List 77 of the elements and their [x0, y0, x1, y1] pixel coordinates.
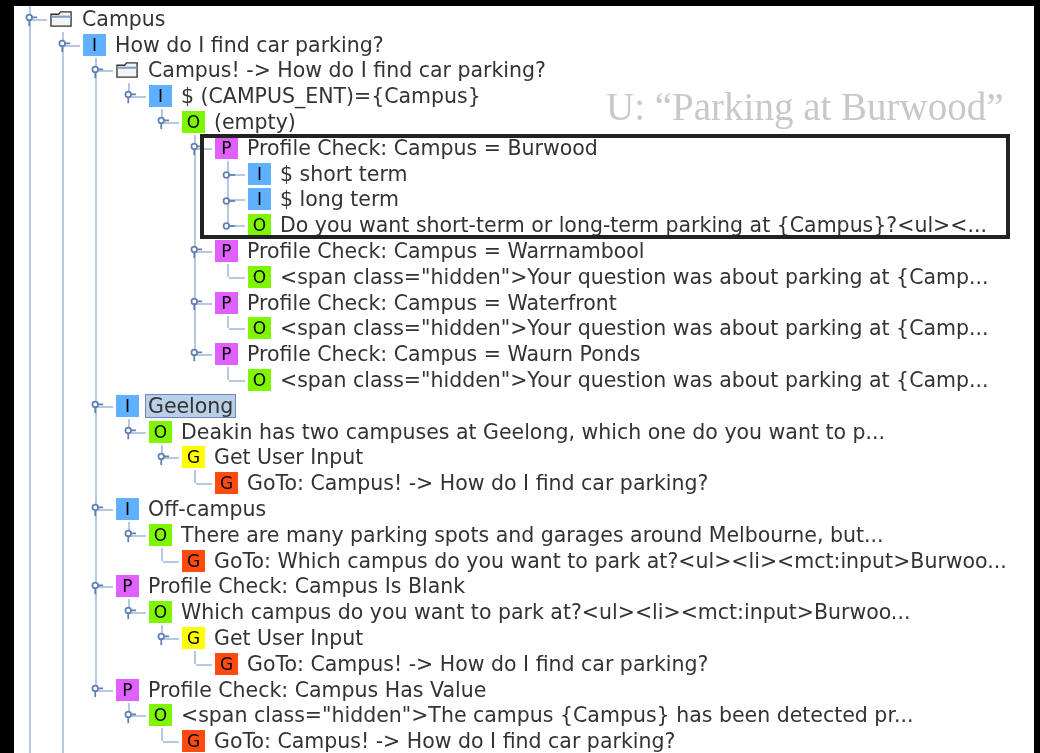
node-type-badge: P: [215, 240, 238, 263]
tree-node-label[interactable]: Which campus do you want to park at?<ul><li><mct:input>Burwoo...: [178, 600, 914, 625]
expanded-handle-icon[interactable]: [90, 683, 104, 698]
expanded-handle-icon[interactable]: [189, 245, 203, 260]
node-type-badge: O: [149, 601, 172, 624]
tree-node-label[interactable]: <span class="hidden">Your question was about parking at {Camp...: [277, 264, 992, 289]
node-type-badge: P: [215, 343, 238, 366]
expanded-handle-icon[interactable]: [90, 503, 104, 518]
tree-node-label[interactable]: Profile Check: Campus Is Blank: [145, 574, 469, 599]
tree-node-label[interactable]: GoTo: Campus! -> How do I find car parking?: [244, 651, 712, 676]
expanded-handle-icon[interactable]: [90, 399, 104, 414]
tree-node-label[interactable]: $ long term: [277, 187, 402, 212]
node-type-badge: O: [182, 111, 205, 134]
expanded-handle-icon[interactable]: [123, 528, 137, 543]
tree-node-label[interactable]: Profile Check: Campus Has Value: [145, 677, 490, 702]
node-type-badge: G: [182, 627, 205, 649]
node-type-badge: I: [116, 498, 139, 521]
tree-node-label[interactable]: How do I find car parking?: [112, 32, 387, 57]
node-type-badge: P: [215, 291, 238, 314]
expanded-handle-icon[interactable]: [189, 142, 203, 156]
tree-node-label[interactable]: Profile Check: Campus = Burwood: [244, 135, 601, 160]
node-type-badge: O: [248, 265, 271, 288]
tree-node-label[interactable]: There are many parking spots and garages around Melbourne, but...: [178, 522, 887, 547]
node-type-badge: G: [215, 652, 238, 675]
tree-node-label[interactable]: Off-campus: [145, 497, 270, 522]
node-type-badge: I: [248, 188, 271, 211]
node-type-badge: O: [248, 369, 271, 392]
node-type-badge: O: [248, 317, 271, 340]
node-type-badge: P: [116, 678, 139, 701]
node-type-badge: P: [215, 136, 238, 159]
node-type-badge: O: [149, 420, 172, 443]
expanded-handle-icon[interactable]: [90, 64, 104, 79]
node-type-badge: G: [182, 549, 205, 572]
expanded-handle-icon[interactable]: [57, 38, 71, 53]
node-type-badge: O: [248, 214, 271, 237]
tree-node-label[interactable]: Profile Check: Campus = Warrnambool: [244, 239, 648, 264]
tree-node-label[interactable]: Do you want short-term or long-term parking at {Campus}?<ul><...: [277, 213, 990, 238]
node-type-badge: O: [149, 523, 172, 546]
expanded-handle-icon[interactable]: [123, 90, 137, 105]
tree-node-label[interactable]: Deakin has two campuses at Geelong, which one do you want to p...: [178, 419, 889, 444]
node-type-badge: G: [215, 472, 238, 495]
tree-node-label[interactable]: GoTo: Campus! -> How do I find car parking?: [211, 729, 679, 753]
tree-node-label[interactable]: Campus! -> How do I find car parking?: [145, 58, 549, 83]
tree-node-label[interactable]: Get User Input: [211, 626, 367, 650]
expanded-handle-icon[interactable]: [189, 296, 203, 311]
tree-node-label[interactable]: <span class="hidden">The campus {Campus} has been detected pr...: [178, 703, 917, 728]
expanded-handle-icon[interactable]: [156, 116, 170, 131]
tree-node-label[interactable]: Get User Input: [211, 445, 367, 470]
node-type-badge: I: [116, 394, 139, 417]
tree-node-label[interactable]: $ (CAMPUS_ENT)={Campus}: [178, 84, 484, 109]
node-type-badge: I: [83, 33, 106, 56]
expanded-handle-icon[interactable]: [123, 425, 137, 440]
expanded-handle-icon[interactable]: [156, 451, 170, 466]
tree-node-label[interactable]: Geelong: [145, 393, 237, 418]
expanded-handle-icon[interactable]: [24, 13, 38, 27]
tree-node-label[interactable]: GoTo: Which campus do you want to park at?<ul><li><mct:input>Burwoo...: [211, 548, 1010, 573]
folder-icon: [116, 61, 139, 80]
node-type-badge: G: [182, 446, 205, 469]
expanded-handle-icon[interactable]: [189, 348, 203, 363]
tree-node-label[interactable]: Profile Check: Campus = Waterfront: [244, 290, 620, 315]
node-type-badge: I: [149, 85, 172, 108]
tree-node-label[interactable]: Campus: [79, 6, 169, 31]
tree-node-label[interactable]: GoTo: Campus! -> How do I find car parking?: [244, 471, 712, 496]
tree-node-label[interactable]: $ short term: [277, 161, 411, 186]
expanded-handle-icon[interactable]: [90, 580, 104, 595]
tree-node-label[interactable]: Profile Check: Campus = Waurn Ponds: [244, 342, 644, 367]
node-type-badge: I: [248, 162, 271, 185]
folder-icon: [50, 9, 73, 28]
expanded-handle-icon[interactable]: [123, 606, 137, 621]
expanded-handle-icon[interactable]: [123, 709, 137, 724]
node-type-badge: O: [149, 704, 172, 727]
node-type-badge: G: [182, 730, 205, 753]
node-type-badge: P: [116, 575, 139, 598]
tree-node-label[interactable]: <span class="hidden">Your question was about parking at {Camp...: [277, 316, 992, 341]
tree-node-label[interactable]: <span class="hidden">Your question was about parking at {Camp...: [277, 368, 992, 393]
tree-node-label[interactable]: (empty): [211, 110, 299, 135]
expanded-handle-icon[interactable]: [156, 632, 170, 647]
